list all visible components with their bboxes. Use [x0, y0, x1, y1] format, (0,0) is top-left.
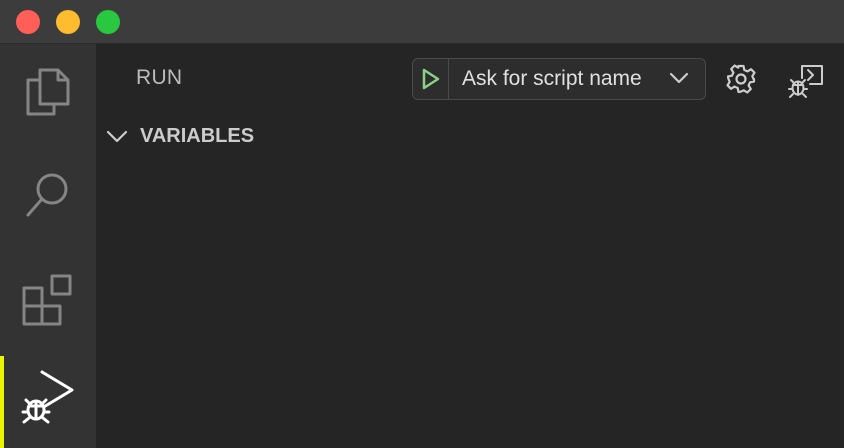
panel-title: RUN	[136, 66, 183, 89]
activity-bar	[0, 44, 96, 448]
play-icon	[422, 68, 439, 90]
debug-console-icon	[788, 65, 823, 98]
app-window: RUN Ask for script name VARIABLES	[0, 0, 844, 448]
search-icon	[26, 173, 68, 217]
activity-explorer[interactable]	[0, 44, 96, 140]
run-panel: RUN Ask for script name VARIABLES	[96, 44, 844, 448]
chevron-down-icon	[106, 130, 128, 143]
chevron-down-icon	[669, 72, 689, 84]
activity-run-debug[interactable]	[0, 348, 96, 448]
title-bar	[0, 0, 844, 44]
open-launch-json-button[interactable]	[726, 64, 756, 99]
launch-configuration-select[interactable]: Ask for script name	[449, 59, 705, 99]
close-window-button[interactable]	[16, 10, 40, 34]
section-label: VARIABLES	[140, 124, 255, 147]
start-debugging-button[interactable]	[413, 59, 449, 99]
files-icon	[26, 68, 70, 116]
launch-configuration-box: Ask for script name	[412, 58, 706, 100]
maximize-window-button[interactable]	[96, 10, 120, 34]
run-debug-icon	[21, 370, 74, 424]
activity-extensions[interactable]	[0, 252, 96, 348]
extensions-icon	[22, 274, 72, 326]
minimize-window-button[interactable]	[56, 10, 80, 34]
gear-icon	[726, 64, 756, 94]
activity-search[interactable]	[0, 148, 96, 244]
launch-configuration-label: Ask for script name	[462, 67, 642, 90]
debug-console-button[interactable]	[788, 62, 824, 103]
variables-section-header[interactable]: VARIABLES	[96, 120, 844, 152]
